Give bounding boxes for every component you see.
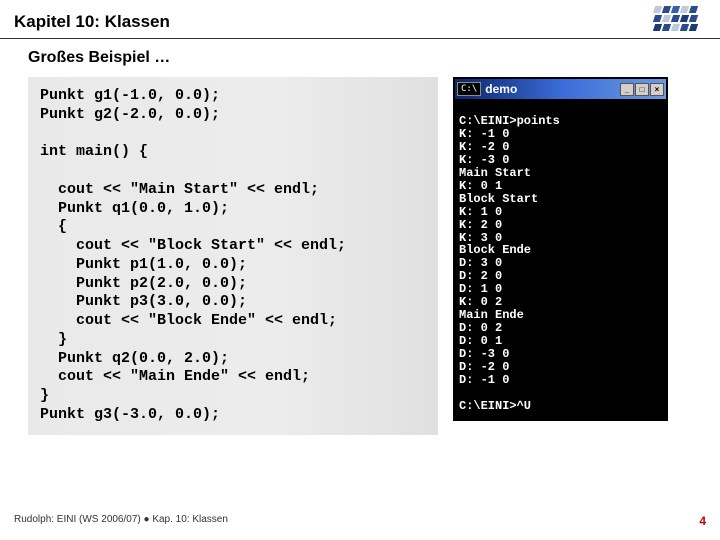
section-subtitle: Großes Beispiel …: [0, 39, 720, 77]
close-button[interactable]: ×: [650, 83, 664, 96]
minimize-button[interactable]: _: [620, 83, 634, 96]
page-number: 4: [699, 514, 706, 528]
maximize-button[interactable]: □: [635, 83, 649, 96]
footer-text: Rudolph: EINI (WS 2006/07) ● Kap. 10: Kl…: [14, 514, 228, 528]
brand-logo: [654, 6, 706, 36]
chapter-title: Kapitel 10: Klassen: [14, 12, 706, 32]
console-window: C:\ demo _ □ × C:\EINI>points K: -1 0 K:…: [453, 77, 668, 421]
console-title: demo: [485, 82, 620, 96]
code-listing: Punkt g1(-1.0, 0.0); Punkt g2(-2.0, 0.0)…: [28, 77, 438, 435]
console-title-bar: C:\ demo _ □ ×: [455, 79, 666, 99]
console-output: C:\EINI>points K: -1 0 K: -2 0 K: -3 0 M…: [455, 99, 666, 419]
console-icon: C:\: [457, 82, 481, 96]
